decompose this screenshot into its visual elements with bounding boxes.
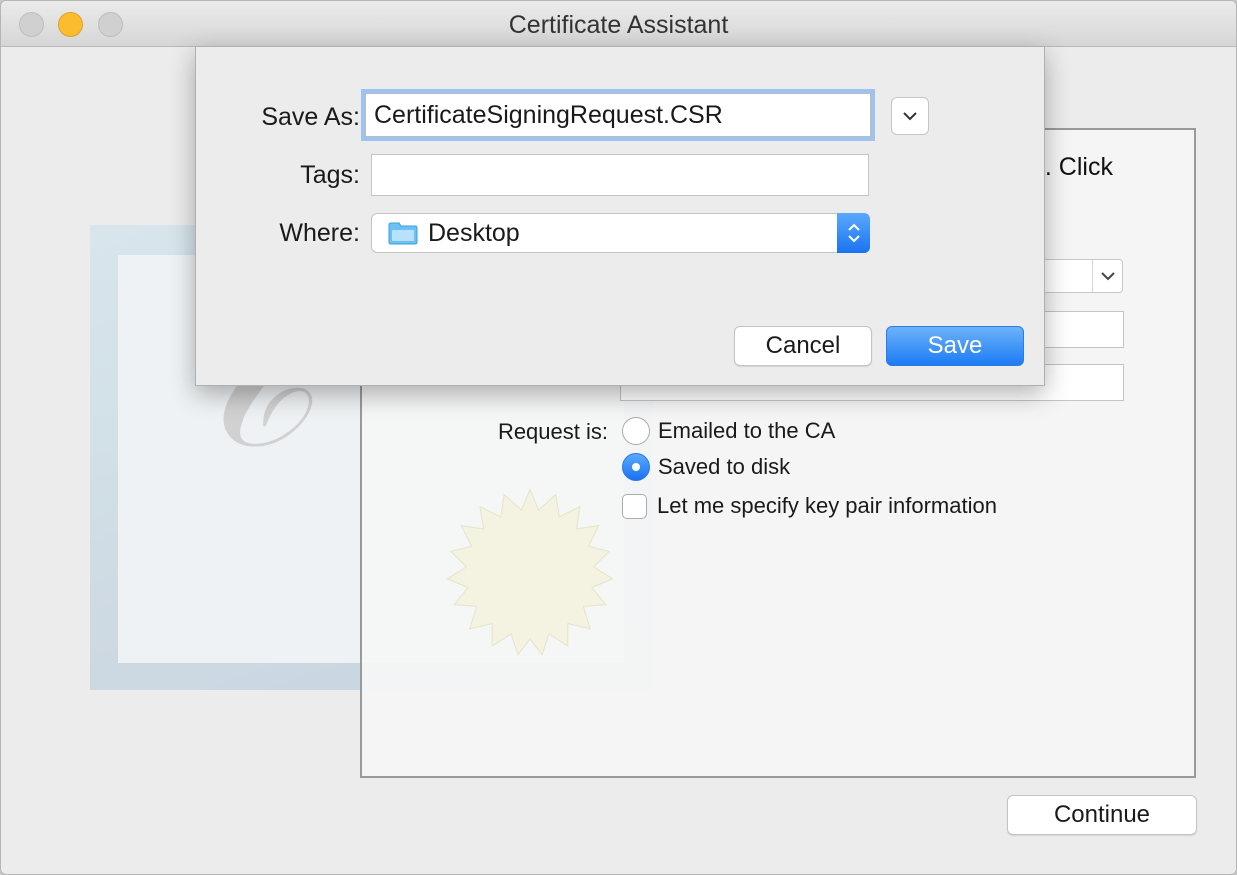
checkbox-key-pair-info[interactable]: Let me specify key pair information bbox=[622, 493, 997, 519]
where-popup-button[interactable]: Desktop bbox=[371, 213, 870, 253]
radio-button[interactable] bbox=[622, 417, 650, 445]
user-popup-button[interactable] bbox=[1041, 259, 1123, 293]
save-as-label: Save As: bbox=[261, 103, 360, 131]
tags-label: Tags: bbox=[300, 161, 360, 189]
checkbox[interactable] bbox=[622, 493, 647, 519]
chevron-down-icon bbox=[1092, 260, 1122, 292]
save-dialog-sheet: Save As: CertificateSigningRequest.CSR T… bbox=[195, 46, 1045, 386]
save-as-input[interactable]: CertificateSigningRequest.CSR bbox=[365, 93, 871, 137]
window-title: Certificate Assistant bbox=[508, 11, 729, 39]
request-is-label: Request is: bbox=[497, 419, 608, 444]
save-button[interactable]: Save bbox=[886, 326, 1024, 366]
continue-button[interactable]: Continue bbox=[1007, 795, 1197, 835]
radio-emailed-to-ca[interactable]: Emailed to the CA bbox=[622, 417, 835, 445]
certificate-seal-icon bbox=[446, 488, 614, 656]
checkbox-label: Let me specify key pair information bbox=[657, 493, 997, 518]
up-down-chevron-icon bbox=[837, 213, 870, 253]
title-bar[interactable]: Certificate Assistant bbox=[1, 1, 1236, 47]
cancel-button[interactable]: Cancel bbox=[734, 326, 872, 366]
radio-label: Saved to disk bbox=[658, 454, 791, 479]
common-name-field[interactable] bbox=[1041, 311, 1124, 348]
folder-icon bbox=[388, 222, 418, 245]
expand-dialog-button[interactable] bbox=[891, 97, 929, 135]
where-label: Where: bbox=[279, 219, 360, 247]
radio-saved-to-disk[interactable]: Saved to disk bbox=[622, 453, 790, 481]
radio-label: Emailed to the CA bbox=[658, 418, 836, 443]
chevron-down-icon bbox=[903, 112, 917, 121]
radio-button[interactable] bbox=[622, 453, 650, 481]
certificate-assistant-window: Certificate Assistant 𝒞 g. Click CA Emai… bbox=[0, 0, 1237, 875]
tags-input[interactable] bbox=[371, 154, 869, 196]
where-value: Desktop bbox=[428, 218, 520, 247]
